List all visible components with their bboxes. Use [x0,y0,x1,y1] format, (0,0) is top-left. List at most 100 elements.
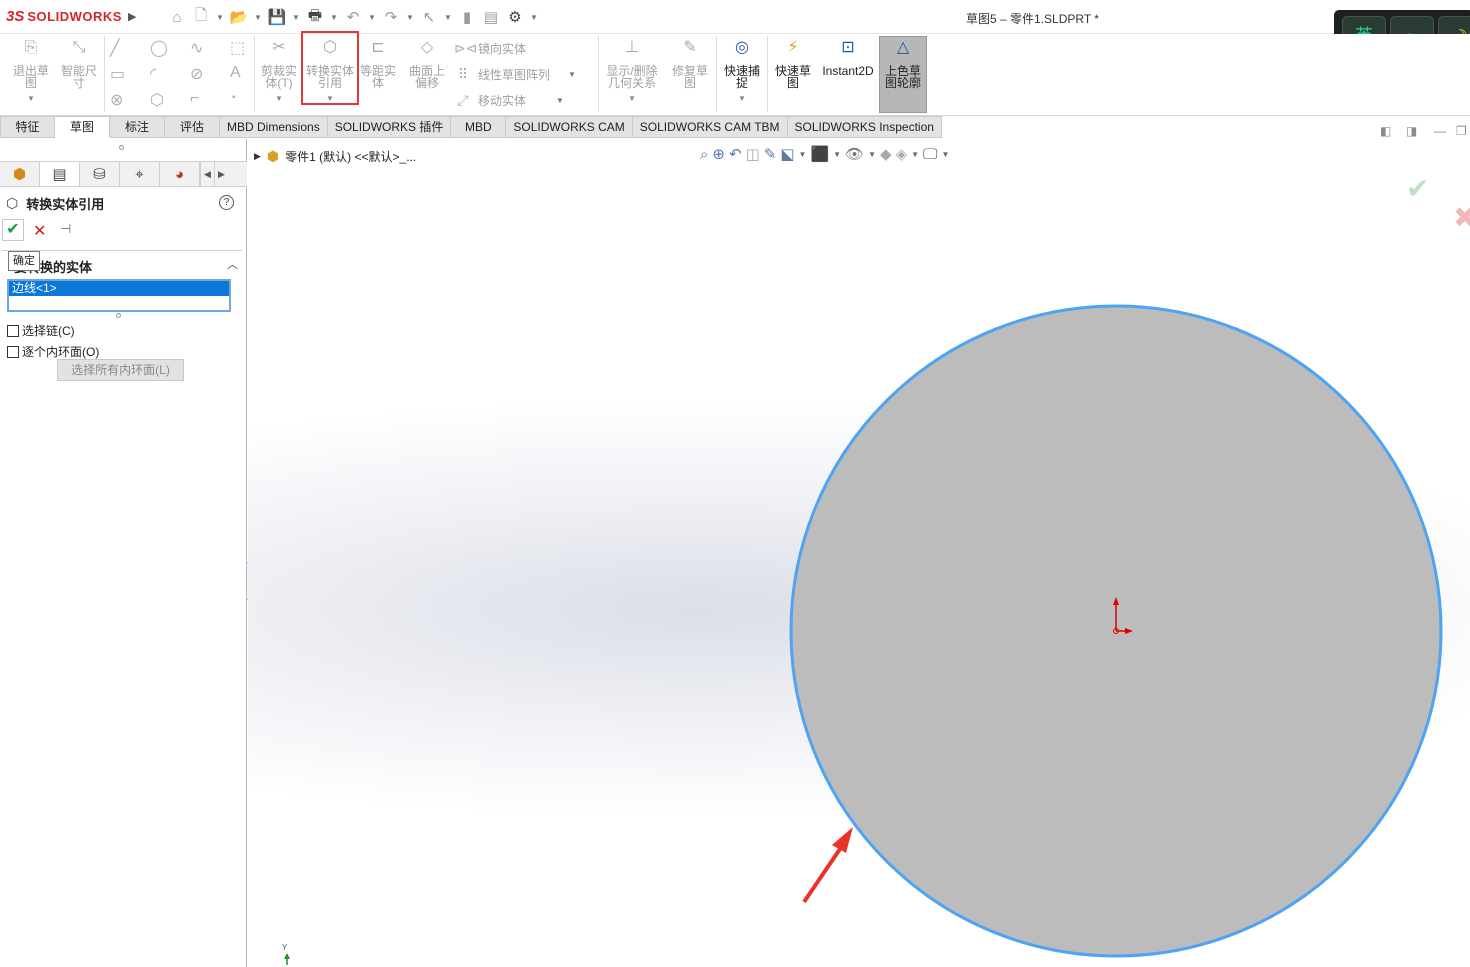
smart-dimension-icon: ⤡ [72,39,86,56]
entities-selection-list[interactable]: 边线<1> [7,279,231,312]
quick-snaps-dropdown-icon[interactable]: ▼ [720,93,764,105]
panel-right-icon[interactable]: ◨ [1406,124,1417,138]
polygon-icon[interactable]: ⬡ [150,90,164,110]
select-all-inner-loops-button[interactable]: 选择所有内环面(L) [57,359,184,381]
pin-icon[interactable]: ⊣ [60,221,71,237]
repair-sketch-button[interactable]: ✎ 修复草图 [668,40,712,90]
select-dropdown-icon[interactable]: ▼ [442,13,454,22]
offset-entities-icon: ⊏ [371,39,385,56]
options-dropdown-icon[interactable]: ▼ [528,13,540,22]
list-resize-handle[interactable] [116,313,121,318]
pattern-dropdown-icon[interactable]: ▼ [566,70,578,79]
rebuild-icon[interactable]: ▮ [456,6,478,28]
exit-sketch-button[interactable]: ⎘ 退出草图 ▼ [8,40,54,105]
spline-icon[interactable]: ∿ [190,38,203,58]
rapid-sketch-button[interactable]: ⚡ 快速草图 [771,39,815,90]
line-icon[interactable]: ╱ [110,38,120,58]
menu-expand-icon[interactable]: ▶ [128,10,136,23]
redo-icon[interactable]: ↷ [380,6,402,28]
arc-icon[interactable]: ◜ [150,64,156,84]
tab-mbd[interactable]: MBD [451,116,507,138]
panel-scroll-left-icon[interactable]: ◀ [200,162,214,186]
instant2d-label: Instant2D [822,64,874,78]
tab-markup[interactable]: 标注 [110,116,165,138]
offset-entities-button[interactable]: ⊏ 等距实体 [356,39,400,90]
fillet-icon[interactable]: ⌐ [190,90,199,108]
shaded-sketch-contours-button[interactable]: △ 上色草图轮廓 [880,40,926,90]
ribbon-divider [716,36,717,112]
feature-manager-tab-icon[interactable]: ⬢ [0,162,40,186]
trim-entities-button[interactable]: ✂ 剪裁实体(T) ▼ [258,39,300,105]
move-entities-button[interactable]: ⤢ 移动实体 ▼ [454,92,566,109]
mirror-entities-button[interactable]: ⊳⊲ 镜向实体 [454,40,526,57]
select-chain-box[interactable] [7,324,19,337]
relations-icon: ⊥ [625,39,639,56]
help-icon[interactable]: ? [219,195,234,210]
redo-dropdown-icon[interactable]: ▼ [404,13,416,22]
open-dropdown-icon[interactable]: ▼ [252,13,264,22]
tab-solidworks-cam[interactable]: SOLIDWORKS CAM [506,116,633,138]
rapid-sketch-icon: ⚡ [787,39,799,56]
relations-dropdown-icon[interactable]: ▼ [602,93,662,105]
file-properties-icon[interactable]: ▤ [480,6,502,28]
instant2d-button[interactable]: ⊡ Instant2D [820,40,876,78]
undo-icon[interactable]: ↶ [342,6,364,28]
linear-pattern-button[interactable]: ⠿ 线性草图阵列 ▼ [454,66,578,83]
quick-snaps-button[interactable]: ◎ 快速捕捉 ▼ [720,40,764,105]
display-manager-tab-icon[interactable]: ◕ [160,162,200,186]
text-icon[interactable]: A [230,64,241,82]
circle-icon[interactable]: ◯ [150,38,168,58]
linear-pattern-label: 线性草图阵列 [478,68,551,82]
panel-scroll-right-icon[interactable]: ▶ [214,162,228,186]
select-cursor-icon[interactable]: ↖ [418,6,440,28]
ok-check-icon[interactable]: ✔ [2,219,24,241]
command-manager-ribbon: ⎘ 退出草图 ▼ ⤡ 智能尺寸 ╱ ◯ ∿ ⬚ ▭ ◜ ⊘ A ⊗ ⬡ ⌐ ▪ … [0,34,1470,116]
home-icon[interactable]: ⌂ [166,6,188,28]
configuration-manager-tab-icon[interactable]: ⛁ [80,162,120,186]
new-document-icon[interactable]: 🗋 [190,6,212,28]
exit-sketch-dropdown-icon[interactable]: ▼ [8,93,54,105]
tab-sketch[interactable]: 草图 [55,116,110,138]
inner-loops-checkbox[interactable]: 逐个内环面(O) [7,343,99,360]
collapse-group-icon[interactable]: ︿ [227,256,238,272]
point-icon[interactable]: ⬚ [230,38,245,58]
save-dropdown-icon[interactable]: ▼ [290,13,302,22]
move-dropdown-icon[interactable]: ▼ [554,96,566,105]
dimxpert-tab-icon[interactable]: ⌖ [120,162,160,186]
print-icon[interactable]: 🖶 [304,6,326,28]
restore-icon[interactable]: ❐ [1456,124,1467,138]
minimize-icon[interactable]: — [1434,124,1446,138]
tab-mbd-dimensions[interactable]: MBD Dimensions [220,116,328,138]
open-folder-icon[interactable]: 📂 [228,6,250,28]
tab-evaluate[interactable]: 评估 [165,116,220,138]
rectangle-icon[interactable]: ▭ [110,64,125,84]
ellipse-icon[interactable]: ⊘ [190,64,203,84]
new-dropdown-icon[interactable]: ▼ [214,13,226,22]
property-manager-tab-icon[interactable]: ▤ [40,162,80,186]
cancel-x-icon[interactable]: ✕ [33,221,46,241]
selected-edge-item[interactable]: 边线<1> [9,281,229,296]
splitter-handle[interactable] [119,145,124,150]
select-chain-checkbox[interactable]: 选择链(C) [7,322,75,339]
graphics-viewport[interactable]: ▶ ⬢ 零件1 (默认) <<默认>_... ⌕ ⊕ ↶ ◫ ✎ ⬕ ▼ ⬛ ▼ 👁… [248,139,1470,967]
solidworks-logo[interactable]: 3S SOLIDWORKS [6,8,122,25]
tab-solidworks-inspection[interactable]: SOLIDWORKS Inspection [787,116,942,138]
options-gear-icon[interactable]: ⚙ [504,6,526,28]
print-dropdown-icon[interactable]: ▼ [328,13,340,22]
tab-solidworks-addins[interactable]: SOLIDWORKS 插件 [327,116,452,138]
plane-icon[interactable]: ▪ [232,92,236,103]
smart-dimension-button[interactable]: ⤡ 智能尺寸 [58,39,100,90]
panel-left-icon[interactable]: ◧ [1380,124,1391,138]
tab-solidworks-cam-tbm[interactable]: SOLIDWORKS CAM TBM [632,116,788,138]
select-chain-label: 选择链(C) [22,324,75,338]
save-icon[interactable]: 💾 [266,6,288,28]
undo-dropdown-icon[interactable]: ▼ [366,13,378,22]
trim-dropdown-icon[interactable]: ▼ [258,93,300,105]
offset-on-surface-button[interactable]: ◇ 曲面上偏移 [404,40,450,90]
trim-icon: ✂ [272,39,286,56]
display-delete-relations-button[interactable]: ⊥ 显示/删除几何关系 ▼ [602,39,662,105]
slot-icon[interactable]: ⊗ [110,90,123,110]
tab-features[interactable]: 特征 [0,116,55,138]
inner-loops-box[interactable] [7,345,19,358]
brand-name: SOLIDWORKS [27,9,122,24]
